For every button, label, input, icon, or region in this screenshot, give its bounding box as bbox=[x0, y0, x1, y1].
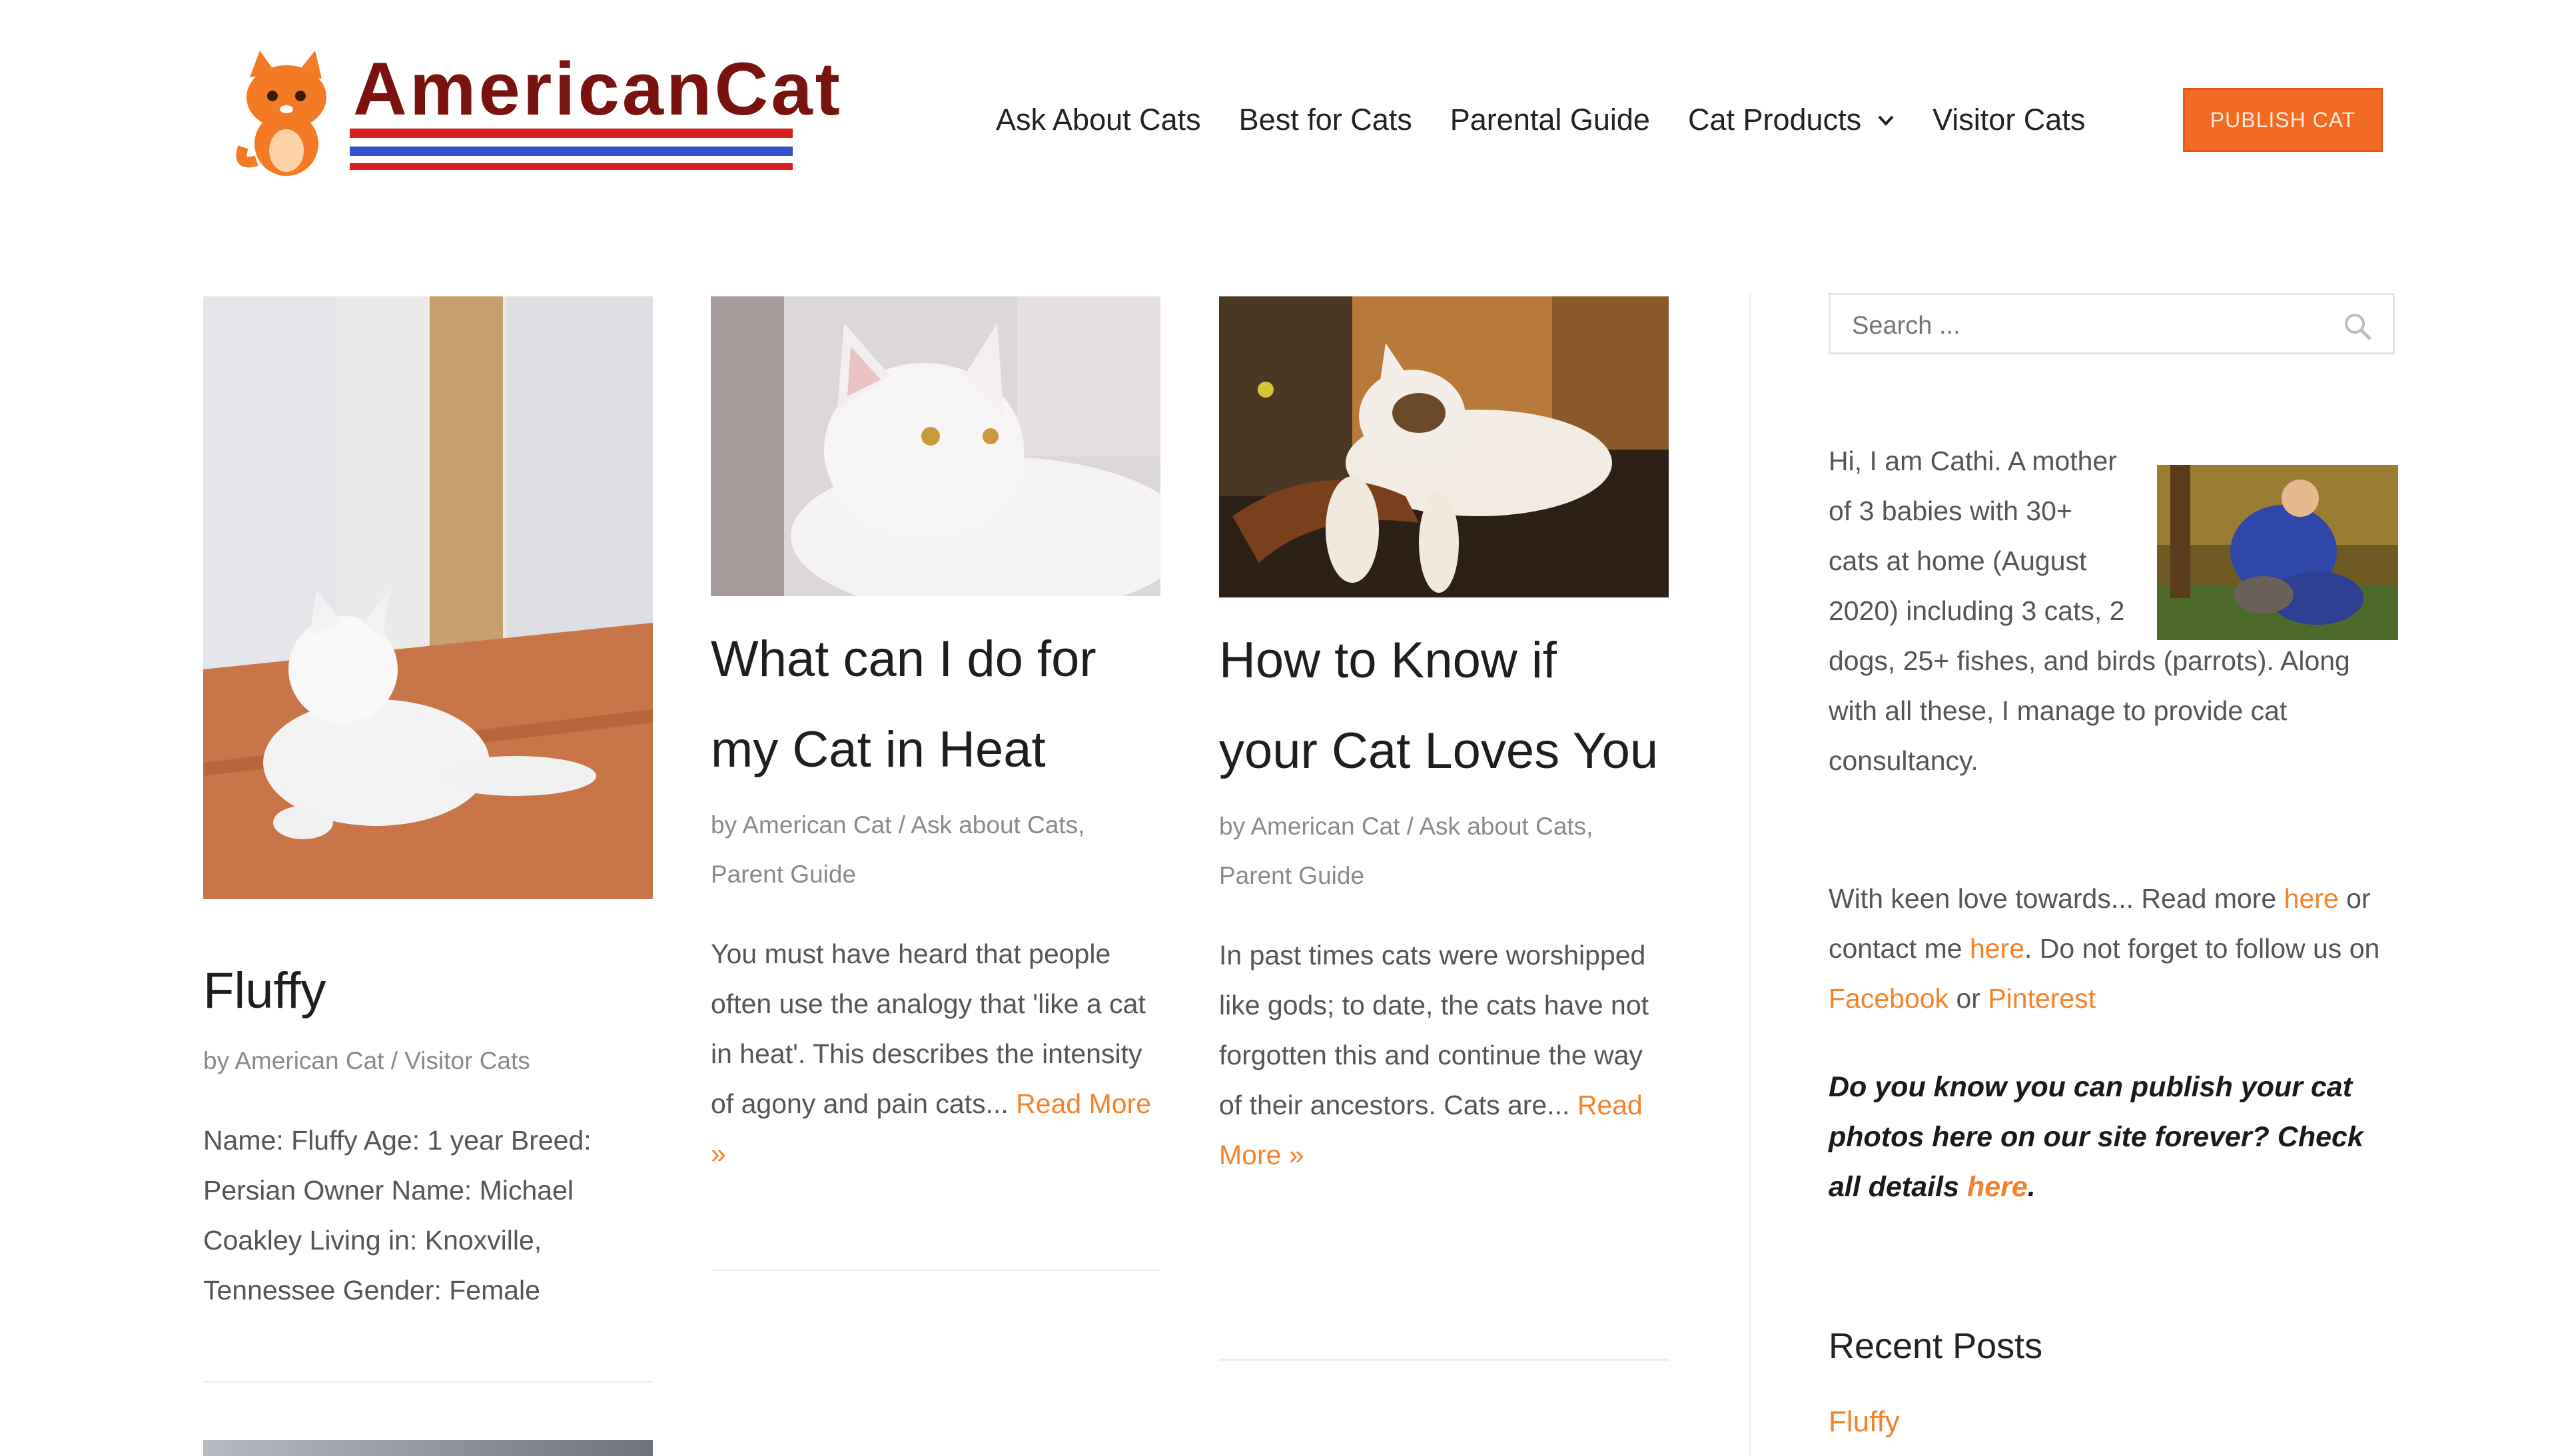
search-icon[interactable] bbox=[2342, 311, 2373, 342]
contact-or: or bbox=[1948, 983, 1988, 1014]
post-divider bbox=[711, 1269, 1160, 1271]
meta-separator: / bbox=[1400, 813, 1420, 840]
contact-text-1: With keen love towards... Read more bbox=[1829, 883, 2284, 914]
post-thumbnail-next[interactable] bbox=[203, 1440, 653, 1456]
publish-note-text: Do you know you can publish your cat pho… bbox=[1829, 1071, 2363, 1203]
post-thumbnail-fluffy[interactable] bbox=[203, 296, 653, 899]
post-divider bbox=[1219, 1359, 1669, 1361]
nav-cat-products-label: Cat Products bbox=[1687, 103, 1862, 137]
post-author[interactable]: by American Cat bbox=[1219, 813, 1400, 840]
logo-stripe-red-2 bbox=[350, 163, 793, 170]
nav-ask-about-cats[interactable]: Ask About Cats bbox=[996, 103, 1201, 137]
sidebar-separator bbox=[1749, 293, 1751, 1456]
main-nav: Ask About Cats Best for Cats Parental Gu… bbox=[996, 93, 2123, 147]
contact-here-link[interactable]: here bbox=[1970, 933, 2024, 964]
about-text: Hi, I am Cathi. A mother of 3 babies wit… bbox=[1829, 446, 2350, 776]
cat-logo-icon bbox=[236, 51, 326, 176]
publish-note: Do you know you can publish your cat pho… bbox=[1829, 1062, 2401, 1212]
chevron-down-icon[interactable] bbox=[1877, 111, 1895, 129]
site-logo[interactable]: AmericanCat bbox=[230, 45, 840, 179]
facebook-link[interactable]: Facebook bbox=[1829, 983, 1948, 1014]
search-input[interactable] bbox=[1851, 308, 2320, 343]
meta-separator: / bbox=[891, 811, 911, 839]
recent-posts-heading: Recent Posts bbox=[1829, 1326, 2043, 1366]
post-excerpt: Name: Fluffy Age: 1 year Breed: Persian … bbox=[203, 1125, 592, 1305]
post-card: Fluffy by American Cat / Visitor Cats Na… bbox=[203, 296, 653, 1315]
post-meta: by American Cat / Ask about Cats, Parent… bbox=[1219, 802, 1669, 901]
publish-note-end: . bbox=[2027, 1171, 2036, 1203]
post-thumbnail-cat-in-heat[interactable] bbox=[711, 296, 1160, 596]
post-title[interactable]: How to Know if your Cat Loves You bbox=[1219, 615, 1669, 797]
read-more-here-link[interactable]: here bbox=[2284, 883, 2339, 914]
contact-text-3: . Do not forget to follow us on bbox=[2024, 933, 2380, 964]
post-excerpt: In past times cats were worshipped like … bbox=[1219, 930, 1669, 1180]
contact-text: With keen love towards... Read more here… bbox=[1829, 874, 2401, 1024]
publish-cat-button[interactable]: PUBLISH CAT bbox=[2183, 88, 2383, 152]
post-card: What can I do for my Cat in Heat by Amer… bbox=[711, 296, 1160, 1179]
nav-best-for-cats[interactable]: Best for Cats bbox=[1239, 103, 1412, 137]
post-categories[interactable]: Visitor Cats bbox=[404, 1047, 530, 1074]
post-thumbnail-cat-loves-you[interactable] bbox=[1219, 296, 1669, 597]
recent-post-link[interactable]: Fluffy bbox=[1829, 1405, 1900, 1439]
logo-stripe-blue bbox=[350, 147, 793, 156]
nav-visitor-cats[interactable]: Visitor Cats bbox=[1932, 103, 2085, 137]
post-author[interactable]: by American Cat bbox=[711, 811, 891, 839]
nav-parental-guide[interactable]: Parental Guide bbox=[1450, 103, 1650, 137]
search-box bbox=[1829, 293, 2395, 354]
post-meta: by American Cat / Visitor Cats bbox=[203, 1036, 653, 1086]
post-title[interactable]: Fluffy bbox=[203, 946, 653, 1036]
publish-details-link[interactable]: here bbox=[1967, 1171, 2028, 1203]
post-excerpt: You must have heard that people often us… bbox=[711, 929, 1160, 1179]
post-title[interactable]: What can I do for my Cat in Heat bbox=[711, 614, 1160, 795]
pinterest-link[interactable]: Pinterest bbox=[1988, 983, 2096, 1014]
logo-text: AmericanCat bbox=[353, 47, 843, 131]
post-divider bbox=[203, 1381, 653, 1383]
post-card: How to Know if your Cat Loves You by Ame… bbox=[1219, 296, 1669, 1180]
meta-separator: / bbox=[384, 1047, 405, 1074]
logo-stripe-red bbox=[350, 129, 793, 138]
nav-cat-products[interactable]: Cat Products bbox=[1688, 103, 1895, 137]
post-meta: by American Cat / Ask about Cats, Parent… bbox=[711, 801, 1160, 899]
post-author[interactable]: by American Cat bbox=[203, 1047, 384, 1074]
